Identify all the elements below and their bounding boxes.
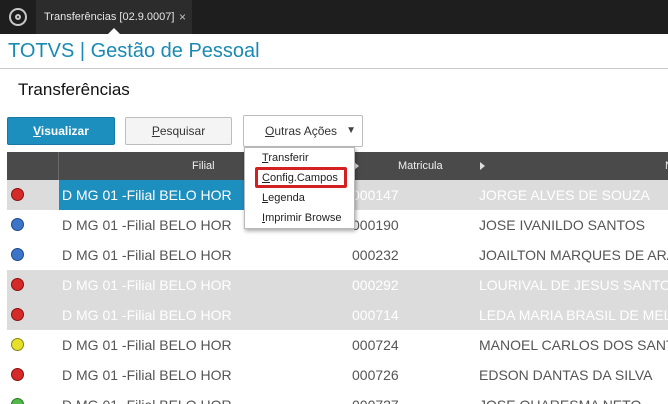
table-row[interactable]: D MG 01 -Filial BELO HOR 000232 JOAILTON… (7, 240, 668, 270)
pesquisar-label: esquisar (159, 124, 206, 138)
app-title: TOTVS | Gestão de Pessoal (8, 40, 260, 62)
column-header-filial[interactable]: Filial (192, 152, 215, 180)
chevron-down-icon: ▼ (346, 125, 356, 136)
nome-cell[interactable]: JOAILTON MARQUES DE ARA (479, 240, 668, 270)
matricula-cell[interactable]: 000724 (352, 330, 472, 360)
column-header-matricula[interactable]: Matricula (398, 152, 443, 180)
menu-item-transferir[interactable]: Transferir (245, 148, 354, 168)
table-row[interactable]: D MG 01 -Filial BELO HOR 000292 LOURIVAL… (7, 270, 668, 300)
nome-cell[interactable]: JORGE ALVES DE SOUZA (479, 180, 668, 210)
table-row[interactable]: D MG 01 -Filial BELO HOR 000727 JOSE QUA… (7, 390, 668, 404)
nome-cell[interactable]: EDSON DANTAS DA SILVA (479, 360, 668, 390)
pesquisar-accel: P (151, 124, 160, 138)
outras-acoes-menu: Transferir Config.Campos Legenda Imprimi… (244, 147, 355, 229)
window-topbar: Transferências [02.9.0007] × (0, 0, 668, 34)
status-cell (7, 300, 59, 330)
filial-cell[interactable]: D MG 01 -Filial BELO HOR (59, 360, 300, 390)
status-green-icon (11, 398, 24, 404)
nome-cell[interactable]: LEDA MARIA BRASIL DE MELL (479, 300, 668, 330)
filial-cell[interactable]: D MG 01 -Filial BELO HOR (59, 300, 300, 330)
status-red-icon (11, 308, 24, 321)
status-yellow-icon (11, 338, 24, 351)
table-row[interactable]: D MG 01 -Filial BELO HOR 000724 MANOEL C… (7, 330, 668, 360)
filial-cell[interactable]: D MG 01 -Filial BELO HOR (59, 390, 300, 404)
column-separator (58, 152, 59, 180)
menu-item-imprimir-browse[interactable]: Imprimir Browse (245, 208, 354, 228)
status-blue-icon (11, 218, 24, 231)
nome-cell[interactable]: MANOEL CARLOS DOS SANT (479, 330, 668, 360)
outras-acoes-label: utras Ações (274, 124, 338, 138)
app-header: TOTVS | Gestão de Pessoal (0, 34, 668, 69)
matricula-cell[interactable]: 000727 (352, 390, 472, 404)
matricula-cell[interactable]: 000190 (352, 210, 472, 240)
status-red-icon (11, 188, 24, 201)
visualizar-button[interactable]: Visualizar (7, 117, 115, 145)
sort-arrow-icon[interactable] (480, 162, 485, 170)
visualizar-label: isualizar (40, 124, 89, 138)
nome-cell[interactable]: JOSE IVANILDO SANTOS (479, 210, 668, 240)
visualizar-accel: V (33, 124, 41, 138)
highlight-box (255, 167, 347, 188)
status-red-icon (11, 368, 24, 381)
filial-cell[interactable]: D MG 01 -Filial BELO HOR (59, 270, 300, 300)
status-cell (7, 390, 59, 404)
outras-acoes-dropdown[interactable]: Outras Ações ▼ (243, 115, 363, 147)
table-row[interactable]: D MG 01 -Filial BELO HOR 000714 LEDA MAR… (7, 300, 668, 330)
outras-acoes-accel: O (265, 124, 275, 138)
status-cell (7, 210, 59, 240)
filial-cell[interactable]: D MG 01 -Filial BELO HOR (59, 240, 300, 270)
menu-item-label: egenda (268, 192, 305, 204)
page-title: Transferências (18, 80, 130, 99)
nome-cell[interactable]: JOSE QUARESMA NETO (479, 390, 668, 404)
nome-cell[interactable]: LOURIVAL DE JESUS SANTOS (479, 270, 668, 300)
pesquisar-button[interactable]: Pesquisar (125, 117, 232, 145)
status-cell (7, 270, 59, 300)
matricula-cell[interactable]: 000292 (352, 270, 472, 300)
menu-item-label: ransferir (268, 152, 309, 164)
totvs-logo-icon[interactable] (9, 8, 27, 26)
matricula-cell[interactable]: 000232 (352, 240, 472, 270)
close-icon[interactable]: × (179, 0, 186, 34)
table-row[interactable]: D MG 01 -Filial BELO HOR 000726 EDSON DA… (7, 360, 668, 390)
status-cell (7, 180, 59, 210)
menu-item-label: mprimir Browse (265, 212, 342, 224)
status-red-icon (11, 278, 24, 291)
filial-cell[interactable]: D MG 01 -Filial BELO HOR (59, 330, 300, 360)
status-cell (7, 360, 59, 390)
status-cell (7, 240, 59, 270)
status-blue-icon (11, 248, 24, 261)
matricula-cell[interactable]: 000726 (352, 360, 472, 390)
menu-item-legenda[interactable]: Legenda (245, 188, 354, 208)
matricula-cell[interactable]: 000714 (352, 300, 472, 330)
status-cell (7, 330, 59, 360)
matricula-cell[interactable]: 000147 (352, 180, 472, 210)
